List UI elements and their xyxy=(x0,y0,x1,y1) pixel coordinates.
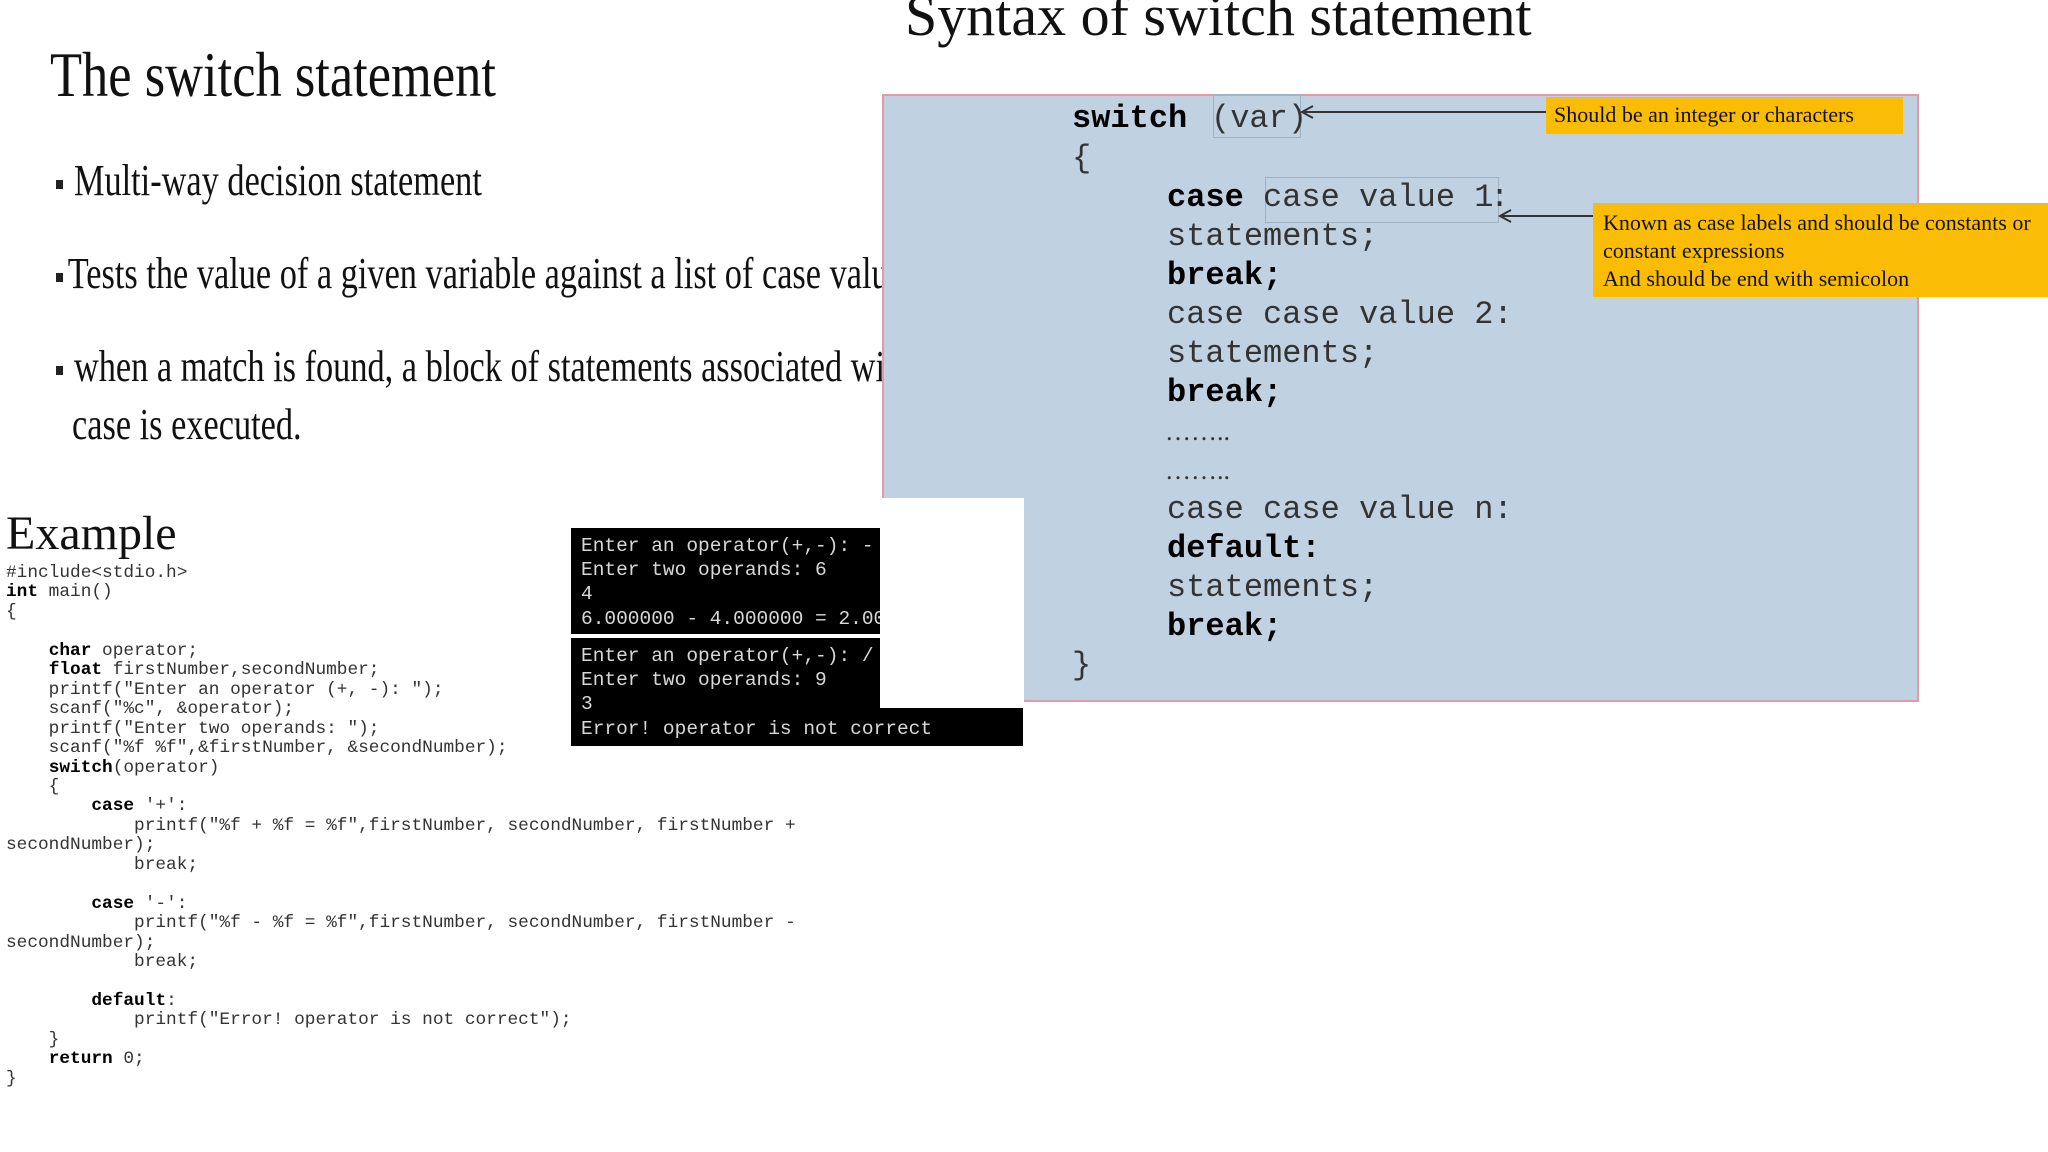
annotation-arrows xyxy=(1299,105,1593,223)
